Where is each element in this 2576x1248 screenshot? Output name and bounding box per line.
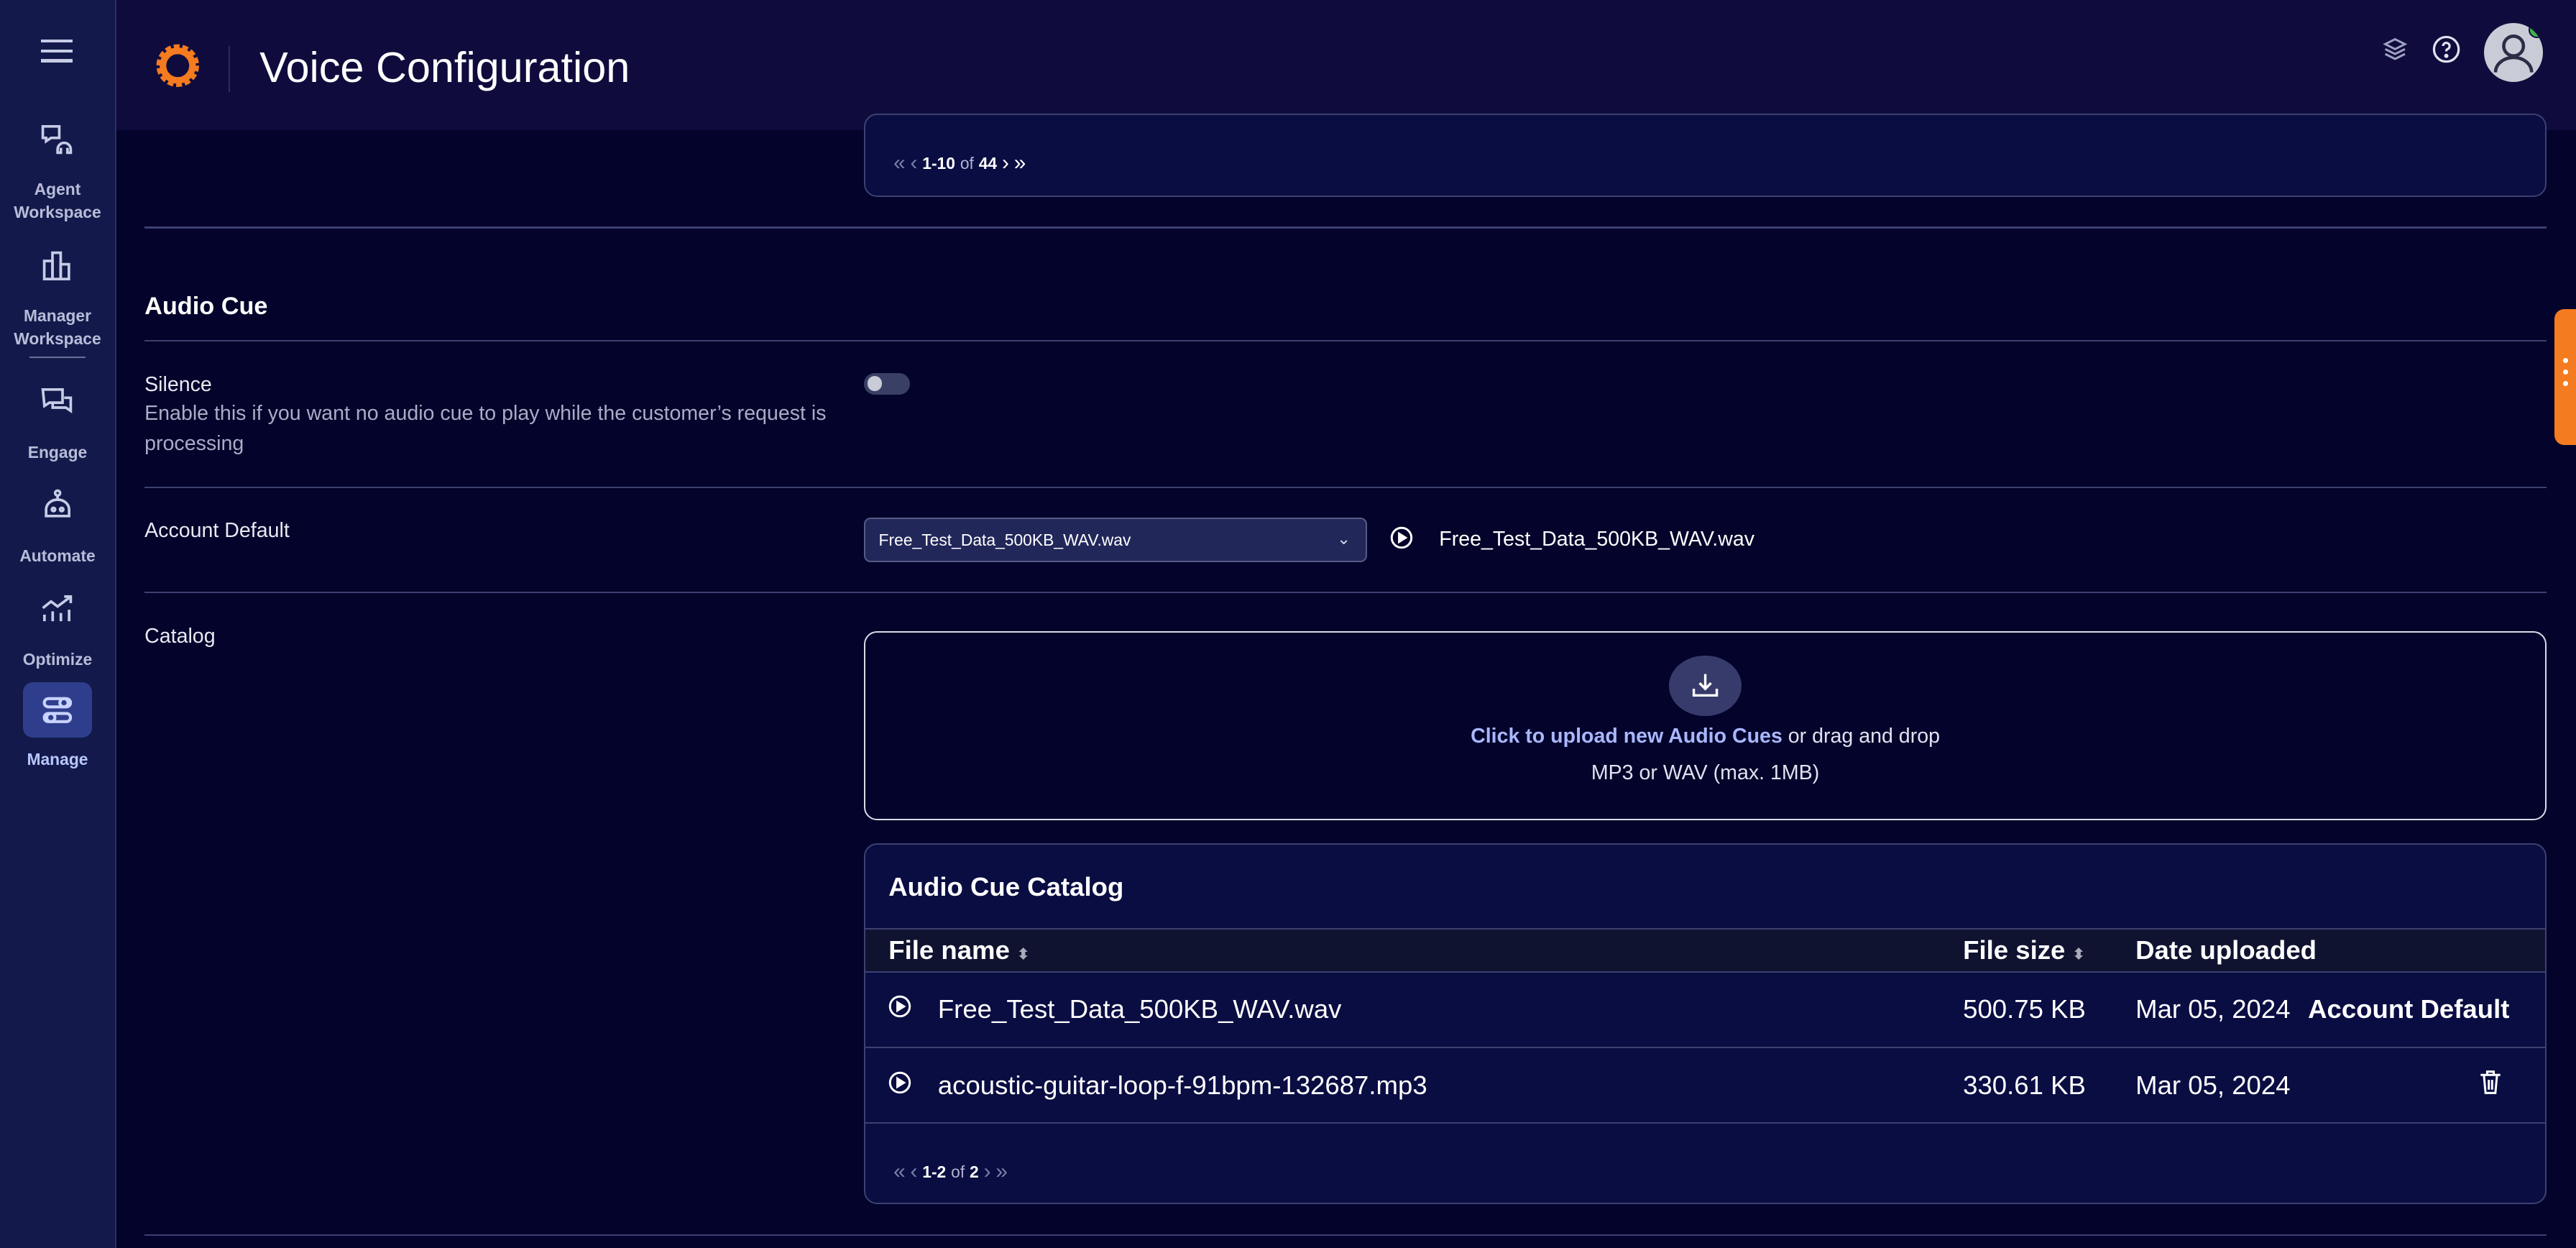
account-default-tag: Account Default — [2308, 994, 2510, 1024]
table-row: Free_Test_Data_500KB_WAV.wav 500.75 KB M… — [865, 973, 2545, 1048]
robot-icon — [23, 478, 92, 534]
file-name: Free_Test_Data_500KB_WAV.wav — [937, 994, 1342, 1024]
bar-chart-icon — [23, 238, 92, 294]
online-status-badge — [2528, 22, 2544, 38]
catalog-pagination: «‹ 1-2 of 2 ›» — [893, 1160, 1008, 1184]
play-icon[interactable] — [1390, 526, 1413, 556]
next-page-icon[interactable]: › — [1002, 151, 1009, 175]
divider — [144, 340, 2547, 342]
download-tray-icon — [1669, 655, 1742, 717]
account-default-preview: Free_Test_Data_500KB_WAV.wav — [1439, 527, 1754, 551]
sidebar-divider — [29, 356, 86, 359]
first-page-icon[interactable]: « — [893, 151, 906, 175]
table-row: acoustic-guitar-loop-f-91bpm-132687.mp3 … — [865, 1048, 2545, 1124]
upload-dropzone[interactable]: Click to upload new Audio Cues or drag a… — [864, 630, 2547, 820]
header-divider — [228, 45, 230, 92]
next-page-icon[interactable]: › — [984, 1160, 991, 1184]
user-avatar[interactable] — [2483, 22, 2544, 83]
chat-bubbles-icon — [23, 375, 92, 431]
trend-chart-icon — [23, 582, 92, 638]
side-panel-handle[interactable] — [2554, 308, 2576, 446]
account-default-label: Account Default — [144, 519, 290, 543]
silence-description: Enable this if you want no audio cue to … — [144, 402, 827, 455]
silence-toggle[interactable] — [864, 372, 911, 395]
audio-cue-catalog-card: Audio Cue Catalog File name ⬍ File size … — [864, 843, 2547, 1205]
upload-link[interactable]: Click to upload new Audio Cues — [1471, 725, 1782, 748]
page-title: Voice Configuration — [259, 43, 630, 92]
top-pagination: «‹ 1-10 of 44 ›» — [893, 151, 1026, 175]
help-icon[interactable] — [2432, 35, 2461, 70]
column-file-size[interactable]: File size ⬍ — [1963, 935, 2085, 965]
divider — [144, 1234, 2547, 1236]
prev-page-icon[interactable]: ‹ — [910, 151, 917, 175]
catalog-title: Audio Cue Catalog — [888, 872, 1124, 902]
file-name: acoustic-guitar-loop-f-91bpm-132687.mp3 — [937, 1070, 1427, 1100]
upload-hint: MP3 or WAV (max. 1MB) — [1591, 761, 1820, 784]
account-default-select[interactable]: Free_Test_Data_500KB_WAV.wav ⌄ — [864, 517, 1367, 562]
file-size: 330.61 KB — [1963, 1070, 2086, 1100]
silence-label: Silence — [144, 372, 212, 396]
chevron-down-icon: ⌄ — [1336, 528, 1351, 548]
prev-page-icon[interactable]: ‹ — [910, 1160, 917, 1184]
layers-icon[interactable] — [2382, 36, 2409, 69]
date-uploaded: Mar 05, 2024 — [2135, 994, 2291, 1024]
column-date-uploaded: Date uploaded — [2135, 935, 2317, 965]
sidebar-item-optimize[interactable]: Optimize — [0, 582, 115, 670]
column-file-name[interactable]: File name ⬍ — [888, 935, 1029, 965]
divider — [144, 226, 2547, 229]
toggles-icon — [23, 682, 92, 738]
sidebar-item-agent-workspace[interactable]: Agent Workspace — [0, 111, 115, 223]
divider — [144, 486, 2547, 488]
hamburger-menu-icon[interactable] — [41, 39, 73, 69]
main-content: «‹ 1-10 of 44 ›» Audio Cue Silence Enable … — [116, 113, 2576, 1248]
date-uploaded: Mar 05, 2024 — [2135, 1070, 2291, 1100]
last-page-icon[interactable]: » — [995, 1160, 1008, 1184]
sidebar-item-manage[interactable]: Manage — [0, 682, 115, 771]
brand-gear-logo-icon — [153, 41, 203, 97]
top-header: Voice Configuration — [116, 0, 2576, 130]
divider — [144, 591, 2547, 594]
catalog-label: Catalog — [144, 624, 216, 648]
trash-icon[interactable] — [2479, 1070, 2502, 1101]
play-icon[interactable] — [888, 994, 911, 1024]
previous-table-card: «‹ 1-10 of 44 ›» — [864, 113, 2547, 198]
sidebar-item-automate[interactable]: Automate — [0, 478, 115, 566]
section-heading: Audio Cue — [144, 292, 268, 320]
first-page-icon[interactable]: « — [893, 1160, 906, 1184]
file-size: 500.75 KB — [1963, 994, 2086, 1024]
sidebar-item-engage[interactable]: Engage — [0, 375, 115, 463]
sidebar: Agent Workspace Manager Workspace Engage… — [0, 0, 117, 1248]
table-header: File name ⬍ File size ⬍ Date uploaded — [865, 928, 2545, 973]
agent-headset-icon — [23, 111, 92, 168]
last-page-icon[interactable]: » — [1014, 151, 1026, 175]
play-icon[interactable] — [888, 1070, 911, 1101]
sidebar-item-manager-workspace[interactable]: Manager Workspace — [0, 238, 115, 349]
